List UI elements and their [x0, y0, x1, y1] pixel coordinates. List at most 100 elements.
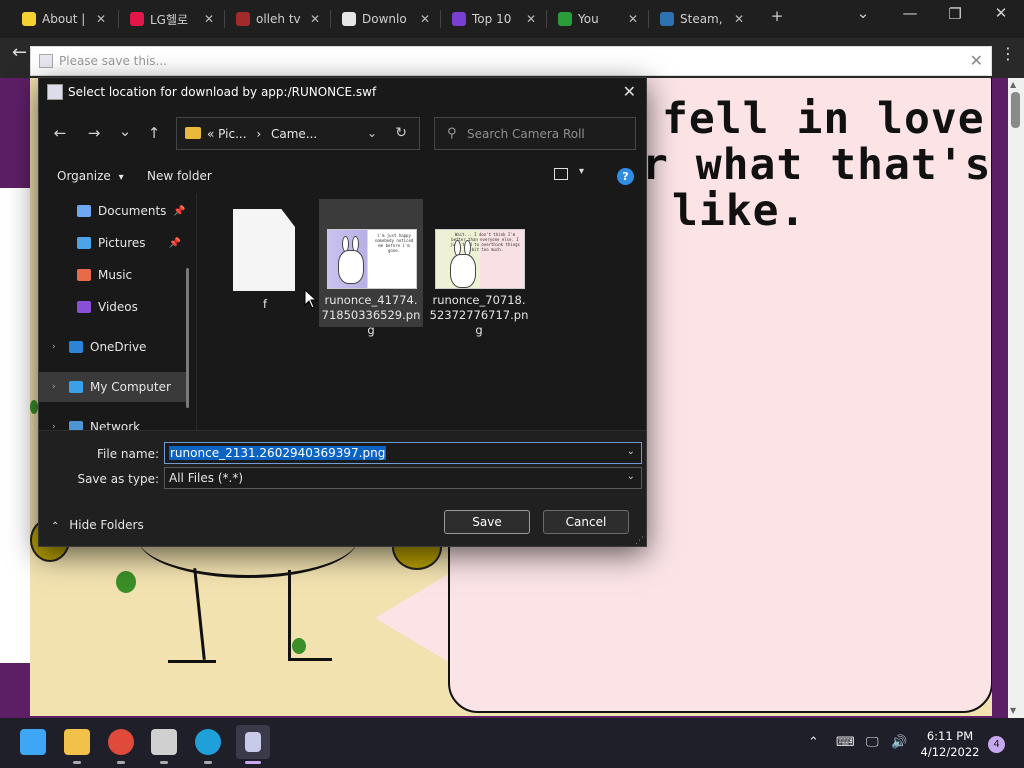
address-bar[interactable]: « Pic... › Came... ⌄ ↻ — [176, 117, 420, 150]
cancel-button[interactable]: Cancel — [543, 510, 629, 534]
page-scrollbar[interactable] — [1008, 78, 1024, 718]
flash-app-icon[interactable] — [151, 729, 177, 755]
green-splatter — [292, 638, 306, 654]
browser-tab[interactable]: Steam, ✕ — [652, 6, 752, 32]
save-button[interactable]: Save — [444, 510, 530, 534]
file-name-field[interactable]: runonce_2131.2602940369397.png ⌄ — [164, 442, 642, 464]
dialog-close-icon[interactable]: ✕ — [623, 82, 636, 101]
nav-item-documents[interactable]: Documents 📌 — [39, 196, 189, 226]
search-input[interactable] — [467, 124, 627, 144]
tray-overflow-chevron-icon[interactable]: ⌃ — [808, 735, 819, 750]
start-icon[interactable] — [20, 729, 46, 755]
tab-search-dropdown[interactable]: ⌄ — [848, 4, 878, 22]
scroll-up-icon[interactable]: ▲ — [1010, 80, 1016, 89]
nav-item-label: Network — [90, 420, 141, 430]
tab-favicon-icon — [558, 12, 572, 26]
taskbar: ⌃ ⌨ 🖵 🔊 6:11 PM 4/12/2022 — [0, 718, 1024, 768]
tab-close-icon[interactable]: ✕ — [204, 12, 214, 26]
tab-favicon-icon — [130, 12, 144, 26]
file-name-value[interactable]: runonce_2131.2602940369397.png — [169, 446, 387, 460]
tab-favicon-icon — [236, 12, 250, 26]
breadcrumb-camera-roll[interactable]: Came... — [271, 127, 317, 141]
tab-close-icon[interactable]: ✕ — [526, 12, 536, 26]
running-indicator — [117, 761, 125, 764]
chrome-icon[interactable] — [108, 729, 134, 755]
dialog-title: Select location for download by app:/RUN… — [68, 85, 377, 99]
nav-item-my-computer[interactable]: › My Computer — [39, 372, 189, 402]
help-icon[interactable]: ? — [617, 168, 634, 185]
window-close-button[interactable]: ✕ — [986, 4, 1016, 22]
character-right-leg — [288, 570, 291, 660]
nav-item-videos[interactable]: Videos — [39, 292, 189, 322]
nav-item-music[interactable]: Music — [39, 260, 189, 290]
breadcrumb-pictures[interactable]: Pic... — [218, 127, 246, 141]
refresh-icon[interactable]: ↻ — [395, 125, 407, 141]
expand-chevron-icon[interactable]: › — [52, 382, 56, 392]
tab-close-icon[interactable]: ✕ — [628, 12, 638, 26]
navigation-pane-scrollbar[interactable] — [186, 268, 189, 408]
host-close-icon[interactable]: ✕ — [970, 51, 983, 70]
tab-label: Steam, — [680, 12, 723, 26]
organize-button[interactable]: Organize ▾ — [57, 169, 124, 183]
up-arrow-icon[interactable]: ↑ — [143, 124, 165, 142]
host-window-title: Please save this... — [59, 54, 167, 68]
forward-arrow-icon[interactable]: → — [83, 124, 105, 142]
resize-grip-icon[interactable]: ⋰ — [635, 536, 645, 546]
hide-folders-button[interactable]: ⌃ Hide Folders — [51, 518, 144, 532]
file-name-dropdown-chevron-icon[interactable]: ⌄ — [627, 446, 635, 457]
back-arrow-icon[interactable]: ← — [12, 42, 27, 63]
search-box[interactable]: ⚲ — [434, 117, 636, 150]
save-as-type-dropdown-chevron-icon[interactable]: ⌄ — [627, 471, 635, 482]
documents-icon — [77, 205, 91, 217]
tab-label: You — [578, 12, 599, 26]
minimize-button[interactable]: — — [895, 4, 925, 22]
save-as-type-select[interactable]: All Files (*.*) ⌄ — [164, 467, 642, 489]
nav-item-pictures[interactable]: Pictures 📌 — [39, 228, 189, 258]
back-arrow-icon[interactable]: ← — [49, 124, 71, 142]
new-tab-button[interactable]: + — [762, 7, 792, 25]
network-icon[interactable]: 🖵 — [866, 735, 879, 750]
volume-icon[interactable]: 🔊 — [891, 735, 907, 750]
nav-item-network[interactable]: › Network — [39, 412, 189, 430]
tab-close-icon[interactable]: ✕ — [310, 12, 320, 26]
nav-item-onedrive[interactable]: › OneDrive — [39, 332, 189, 362]
browser-tab[interactable]: olleh tv ✕ — [228, 6, 328, 32]
tab-close-icon[interactable]: ✕ — [420, 12, 430, 26]
view-options-caret-icon[interactable]: ▾ — [579, 166, 584, 177]
expand-chevron-icon[interactable]: › — [52, 342, 56, 352]
keyboard-icon[interactable]: ⌨ — [836, 735, 855, 750]
browser-tab[interactable]: You ✕ — [550, 6, 646, 32]
page-scrollbar-thumb[interactable] — [1011, 92, 1020, 128]
browser-tab[interactable]: About | ✕ — [14, 6, 114, 32]
browser-menu-icon[interactable]: ⋮ — [1000, 44, 1016, 63]
nav-item-label: Pictures — [98, 236, 146, 250]
expand-chevron-icon[interactable]: › — [52, 422, 56, 430]
file-list: f i'm just happy somebody noticed me bef… — [199, 194, 646, 430]
browser-tab[interactable]: Downlo ✕ — [334, 6, 438, 32]
file-explorer-icon[interactable] — [64, 729, 90, 755]
file-item[interactable]: f — [213, 199, 317, 327]
tab-close-icon[interactable]: ✕ — [96, 12, 106, 26]
restore-button[interactable]: ❐ — [940, 5, 970, 23]
green-splatter — [30, 400, 38, 414]
notification-badge[interactable]: 4 — [988, 736, 1005, 753]
nav-item-label: My Computer — [90, 380, 171, 394]
green-splatter — [116, 571, 136, 593]
breadcrumb-overflow[interactable]: « — [207, 127, 214, 141]
hide-folders-label: Hide Folders — [69, 518, 144, 532]
recent-locations-chevron-icon[interactable]: ⌄ — [114, 122, 136, 140]
new-folder-button[interactable]: New folder — [147, 169, 212, 183]
file-item-selected[interactable]: i'm just happy somebody noticed me befor… — [319, 199, 423, 337]
scroll-down-icon[interactable]: ▼ — [1010, 706, 1016, 715]
browser-tab[interactable]: LG헬로 ✕ — [122, 6, 222, 32]
change-view-icon[interactable] — [554, 168, 568, 180]
tab-separator — [224, 10, 225, 28]
edge-icon[interactable] — [195, 729, 221, 755]
pane-divider[interactable] — [196, 194, 197, 430]
tab-close-icon[interactable]: ✕ — [734, 12, 744, 26]
clock[interactable]: 6:11 PM 4/12/2022 — [916, 728, 984, 760]
file-item[interactable]: Wait... I don't think I'm better than ev… — [427, 199, 531, 337]
browser-tab[interactable]: Top 10 ✕ — [444, 6, 544, 32]
address-dropdown-chevron-icon[interactable]: ⌄ — [367, 126, 377, 140]
network-icon — [69, 421, 83, 430]
